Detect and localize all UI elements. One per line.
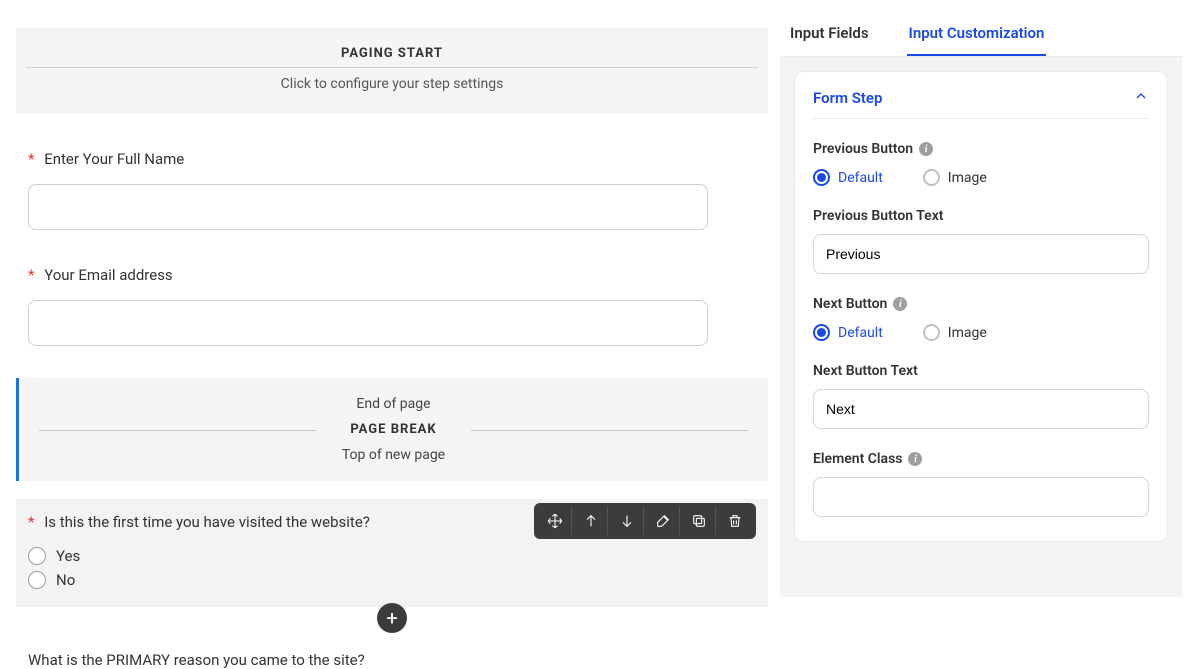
field-primary-reason[interactable]: What is the PRIMARY reason you came to t… (16, 651, 768, 669)
field-email[interactable]: * Your Email address (16, 266, 768, 346)
field-full-name[interactable]: * Enter Your Full Name (16, 150, 768, 230)
divider (26, 67, 758, 68)
radio-icon (923, 324, 940, 341)
radio-icon (813, 169, 830, 186)
previous-button-setting: Previous Button i Default Image (813, 141, 1149, 186)
previous-button-text-setting: Previous Button Text (813, 208, 1149, 274)
radio-icon (28, 571, 46, 589)
label-text: Is this the first time you have visited … (44, 513, 370, 531)
tab-input-customization[interactable]: Input Customization (907, 10, 1047, 56)
previous-button-text-input[interactable] (813, 234, 1149, 274)
info-icon[interactable]: i (893, 297, 907, 311)
required-asterisk: * (28, 266, 34, 284)
required-asterisk: * (28, 513, 34, 531)
accordion-header[interactable]: Form Step (813, 88, 1149, 119)
prev-button-radios: Default Image (813, 169, 1149, 186)
element-class-setting: Element Class i (813, 451, 1149, 517)
page-break-end: End of page (29, 396, 758, 412)
form-step-accordion: Form Step Previous Button i Default (794, 71, 1168, 542)
field-label: * Enter Your Full Name (28, 150, 756, 168)
element-class-input[interactable] (813, 477, 1149, 517)
plus-icon: + (386, 606, 397, 630)
paging-start-block[interactable]: PAGING START Click to configure your ste… (16, 28, 768, 114)
label-text: Previous Button (813, 141, 913, 157)
radio-prev-image[interactable]: Image (923, 169, 987, 186)
setting-label: Next Button Text (813, 363, 1149, 379)
page-break-title: PAGE BREAK (29, 422, 758, 437)
form-canvas: PAGING START Click to configure your ste… (0, 0, 780, 579)
radio-label: No (56, 571, 75, 589)
radio-label: Yes (56, 547, 80, 565)
radio-label: Default (838, 170, 883, 186)
radio-label: Image (948, 325, 987, 341)
page-break-block[interactable]: End of page PAGE BREAK Top of new page (16, 378, 768, 481)
radio-icon (923, 169, 940, 186)
move-down-icon[interactable] (610, 507, 644, 535)
radio-prev-default[interactable]: Default (813, 169, 883, 186)
next-button-text-input[interactable] (813, 389, 1149, 429)
next-button-text-setting: Next Button Text (813, 363, 1149, 429)
radio-icon (813, 324, 830, 341)
settings-sidebar: Input Fields Input Customization Form St… (780, 0, 1200, 579)
move-up-icon[interactable] (574, 507, 608, 535)
label-text: Your Email address (44, 266, 172, 284)
tab-input-fields[interactable]: Input Fields (788, 10, 871, 56)
add-element-button[interactable]: + (377, 603, 407, 633)
paging-start-subtitle: Click to configure your step settings (26, 76, 758, 92)
info-icon[interactable]: i (919, 142, 933, 156)
label-text: Next Button Text (813, 363, 918, 379)
setting-label: Previous Button i (813, 141, 1149, 157)
accordion-title: Form Step (813, 89, 882, 107)
label-text: What is the PRIMARY reason you came to t… (28, 651, 365, 669)
next-button-setting: Next Button i Default Image (813, 296, 1149, 341)
setting-label: Previous Button Text (813, 208, 1149, 224)
radio-icon (28, 547, 46, 565)
element-toolbar (534, 503, 756, 539)
label-text: Previous Button Text (813, 208, 944, 224)
setting-label: Next Button i (813, 296, 1149, 312)
field-label: * Your Email address (28, 266, 756, 284)
delete-icon[interactable] (718, 507, 752, 535)
radio-option-no[interactable]: No (28, 571, 756, 589)
next-button-radios: Default Image (813, 324, 1149, 341)
copy-icon[interactable] (682, 507, 716, 535)
label-text: Enter Your Full Name (44, 150, 184, 168)
full-name-input[interactable] (28, 184, 708, 230)
edit-icon[interactable] (646, 507, 680, 535)
email-input[interactable] (28, 300, 708, 346)
label-text: Next Button (813, 296, 887, 312)
radio-label: Image (948, 170, 987, 186)
drag-icon[interactable] (538, 507, 572, 535)
radio-next-default[interactable]: Default (813, 324, 883, 341)
radio-next-image[interactable]: Image (923, 324, 987, 341)
sidebar-body: Form Step Previous Button i Default (780, 57, 1182, 597)
setting-label: Element Class i (813, 451, 1149, 467)
info-icon[interactable]: i (908, 452, 922, 466)
radio-label: Default (838, 325, 883, 341)
required-asterisk: * (28, 150, 34, 168)
sidebar-tabs: Input Fields Input Customization (780, 10, 1182, 57)
paging-start-title: PAGING START (26, 46, 758, 61)
radio-option-yes[interactable]: Yes (28, 547, 756, 565)
page-break-top: Top of new page (29, 447, 758, 463)
chevron-up-icon (1133, 88, 1149, 108)
label-text: Element Class (813, 451, 902, 467)
field-first-visit[interactable]: * Is this the first time you have visite… (16, 499, 768, 607)
